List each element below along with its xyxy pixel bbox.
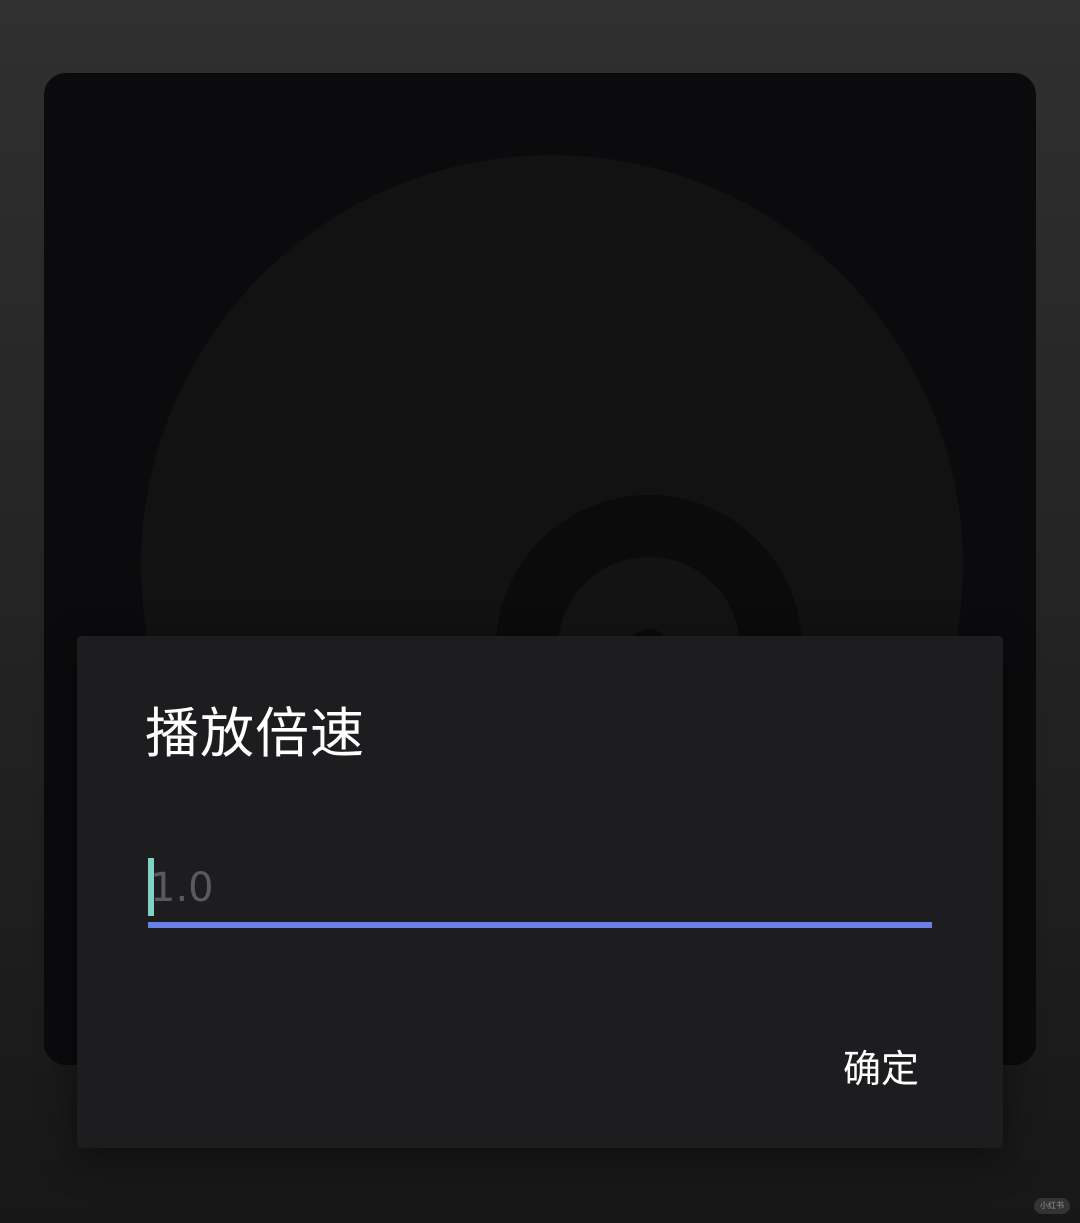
- dialog-title: 播放倍速: [145, 702, 365, 765]
- confirm-button[interactable]: 确定: [833, 1032, 929, 1099]
- input-underline: [148, 922, 932, 928]
- watermark-badge: 小红书: [1034, 1198, 1070, 1214]
- playback-speed-dialog: 播放倍速 确定: [77, 636, 1003, 1148]
- speed-input[interactable]: [148, 856, 934, 920]
- text-cursor: [148, 858, 154, 916]
- speed-field: [148, 856, 934, 928]
